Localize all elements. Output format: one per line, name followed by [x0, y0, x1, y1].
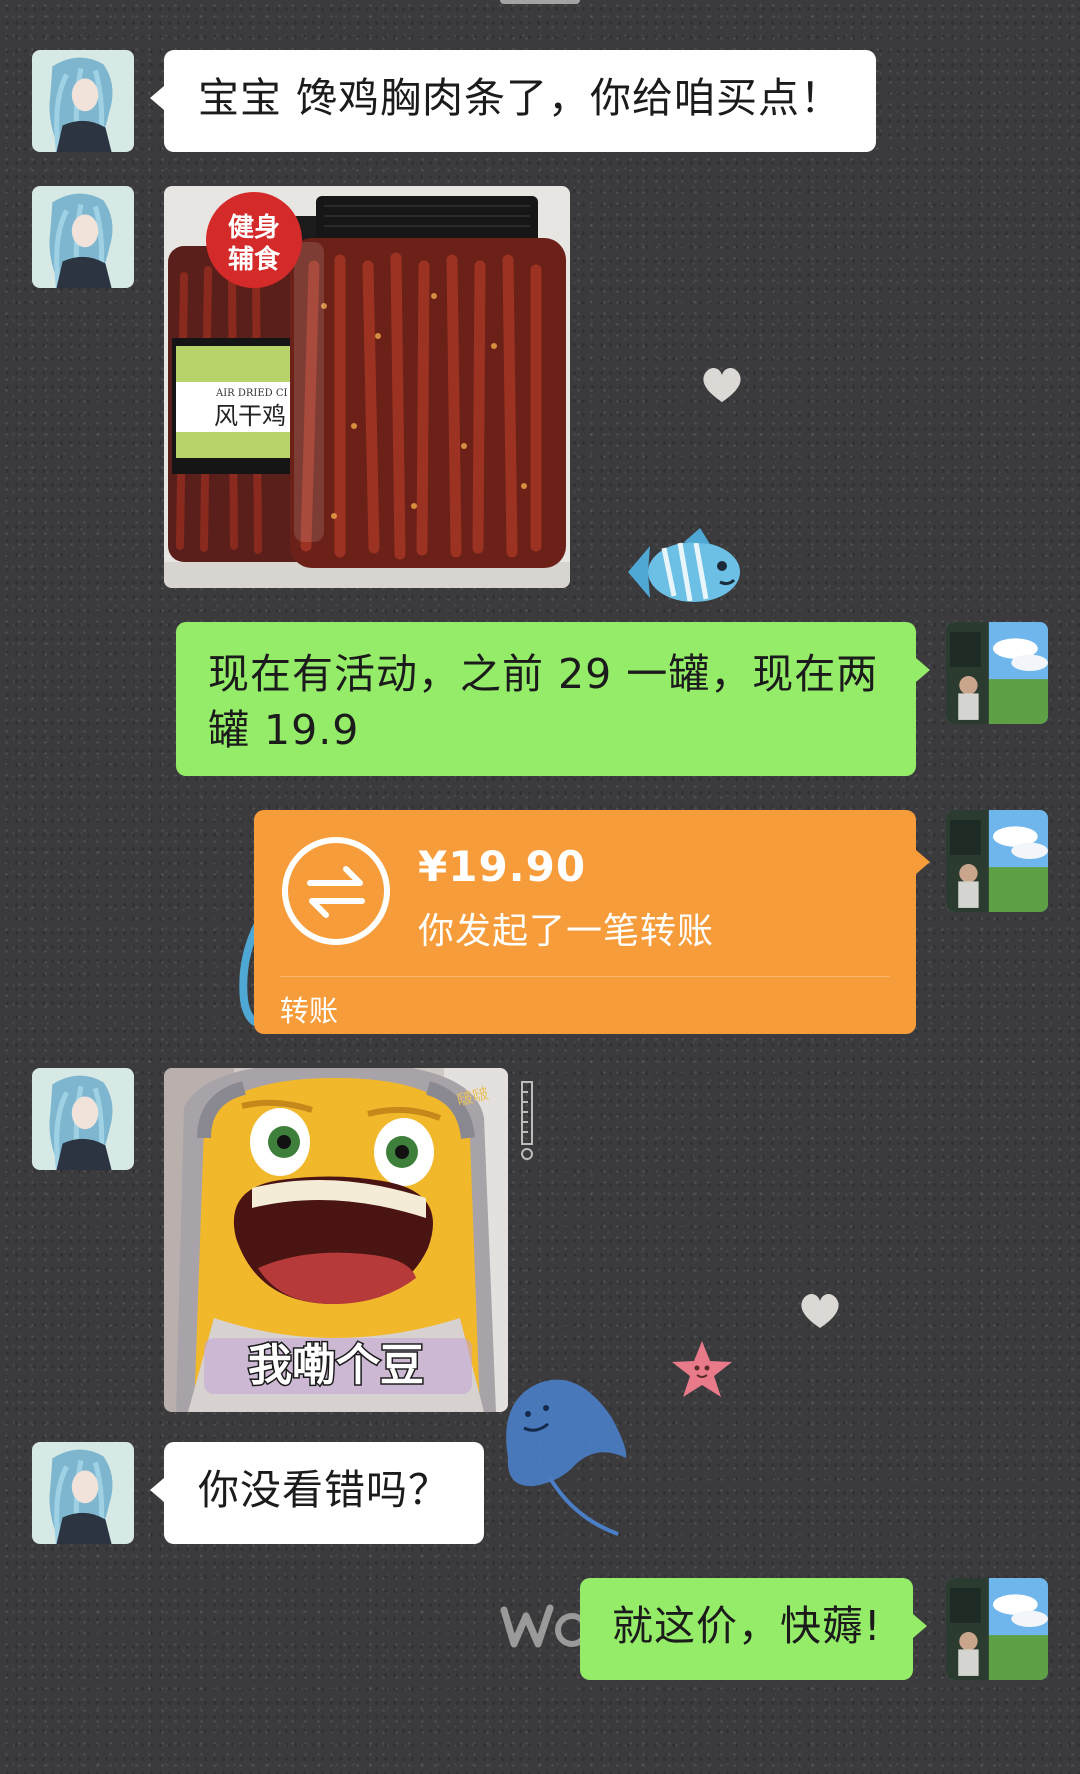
sticker-image[interactable]: 我嘞个豆 啵啵 — [164, 1068, 508, 1412]
jar-label-chinese: 风干鸡 — [214, 402, 286, 430]
transfer-type-label: 转账 — [280, 994, 339, 1028]
my-avatar[interactable] — [946, 1578, 1048, 1680]
transfer-amount: ¥19.90 — [418, 842, 587, 891]
transfer-card[interactable]: ¥19.90 你发起了一笔转账 转账 — [254, 810, 930, 1034]
my-avatar[interactable] — [946, 810, 1048, 912]
product-image[interactable]: AIR DRIED CI 风干鸡 健身 辅食 — [164, 186, 570, 588]
fish-doodle-icon — [628, 528, 740, 602]
message-bubble-outgoing[interactable]: 现在有活动，之前 29 一罐，现在两 罐 19.9 — [176, 622, 930, 776]
sticker-caption: 我嘞个豆 — [248, 1340, 424, 1391]
message-bubble-incoming[interactable]: 你没看错吗？ — [150, 1442, 484, 1544]
star-doodle-icon — [672, 1341, 732, 1397]
contact-avatar[interactable] — [32, 1442, 134, 1544]
jar-label-english: AIR DRIED CI — [215, 388, 288, 399]
handwriting-doodle-icon — [500, 1604, 589, 1648]
transfer-arrows-icon — [282, 837, 390, 945]
contact-avatar[interactable] — [32, 50, 134, 152]
heart-doodle-icon — [801, 1294, 839, 1328]
message-bubble-outgoing[interactable]: 就这价，快薅! — [580, 1578, 928, 1680]
contact-avatar[interactable] — [32, 1068, 134, 1170]
ruler-doodle-icon — [521, 1081, 533, 1160]
message-text: 就这价，快薅! — [612, 1602, 882, 1650]
message-bubble-incoming[interactable]: 宝宝 馋鸡胸肉条了，你给咱买点！ — [149, 50, 877, 152]
contact-avatar[interactable] — [32, 186, 134, 288]
transfer-divider — [280, 976, 890, 977]
message-text-line1: 现在有活动，之前 29 一罐，现在两 — [208, 650, 879, 698]
top-edge-indicator — [500, 0, 580, 4]
message-text: 你没看错吗？ — [198, 1466, 450, 1514]
heart-doodle-icon — [703, 368, 741, 402]
transfer-description: 你发起了一笔转账 — [418, 911, 715, 952]
my-avatar[interactable] — [946, 622, 1048, 724]
badge-line2: 辅食 — [228, 244, 281, 275]
badge-line1: 健身 — [228, 212, 280, 243]
message-text-line2: 罐 19.9 — [208, 706, 360, 754]
message-text: 宝宝 馋鸡胸肉条了，你给咱买点！ — [198, 74, 843, 122]
